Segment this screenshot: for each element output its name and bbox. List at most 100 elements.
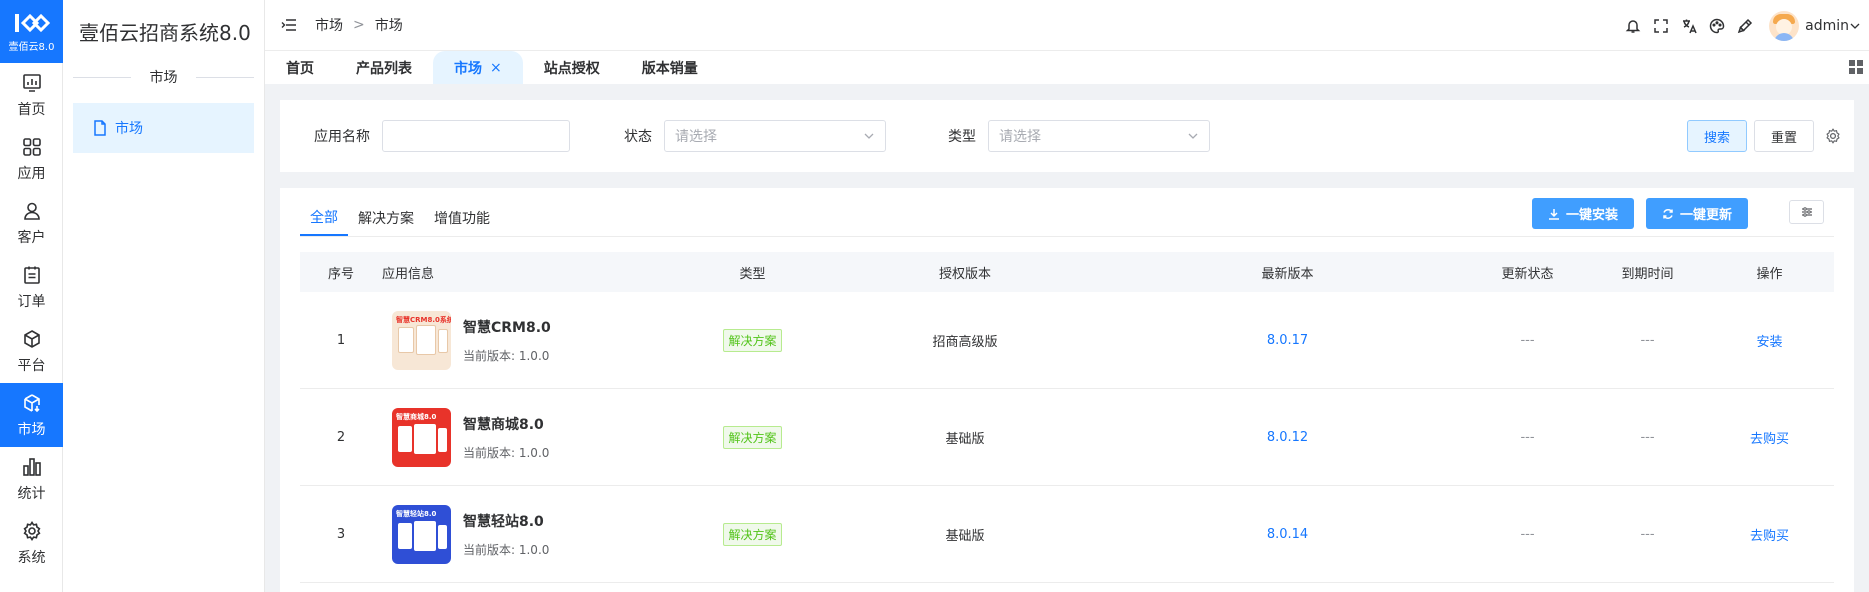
update-status: --- (1520, 526, 1535, 542)
row-index: 3 (336, 526, 346, 542)
app-current-version: 当前版本: 1.0.0 (463, 542, 550, 557)
download-icon (1549, 208, 1559, 220)
rail-item-label: 订单 (17, 293, 46, 310)
rail-item-orders[interactable]: 订单 (0, 255, 63, 319)
status-label: 状态 (624, 129, 652, 145)
app-current-version: 当前版本: 1.0.0 (463, 445, 550, 460)
expire-time: --- (1640, 332, 1655, 348)
bar-chart-icon (21, 456, 43, 478)
update-status: --- (1520, 332, 1535, 348)
latest-version-link[interactable]: 8.0.17 (1110, 333, 1465, 348)
column-header: 到期时间 (1621, 266, 1674, 282)
secondary-sidebar: 壹佰云招商系统8.0 市场 市场 (63, 0, 265, 592)
cube-icon (21, 328, 43, 350)
table-row: 3 智慧轻站8.0 智慧轻站8.0 当前版本: 1.0.0 解决方案 基础版 8… (300, 486, 1834, 583)
sidebar-item-market[interactable]: 市场 (73, 103, 254, 153)
menu-fold-icon[interactable] (281, 16, 299, 34)
sidebar-item-label: 市场 (115, 121, 143, 137)
column-header: 最新版本 (1261, 266, 1314, 282)
type-placeholder: 请选择 (999, 129, 1041, 145)
type-cell: 解决方案 (685, 425, 820, 449)
palette-icon[interactable] (1703, 18, 1731, 34)
tab-market[interactable]: 市场 × (433, 51, 523, 84)
button-label: 一键更新 (1680, 208, 1733, 223)
grid-menu-icon[interactable] (1849, 60, 1863, 74)
tab-label: 首页 (286, 60, 314, 77)
tab-home[interactable]: 首页 (265, 51, 335, 84)
search-button[interactable]: 搜索 (1687, 120, 1748, 152)
install-link[interactable]: 安装 (1705, 331, 1834, 350)
table-row: 2 智慧商城8.0 智慧商城8.0 当前版本: 1.0.0 解决方案 基础版 8… (300, 389, 1834, 486)
app-info: 智慧CRM8.0系统 智慧CRM8.0 当前版本: 1.0.0 (382, 310, 685, 370)
avatar[interactable] (1769, 10, 1800, 41)
button-label: 一键安装 (1566, 208, 1619, 223)
filter-settings-icon (1801, 207, 1812, 217)
rail-item-label: 市场 (17, 421, 46, 438)
rail-item-platform[interactable]: 平台 (0, 319, 63, 383)
logo-mark-icon (12, 10, 52, 36)
chevron-down-icon (1188, 133, 1198, 139)
row-index: 1 (336, 332, 346, 348)
gear-icon[interactable] (1825, 128, 1841, 148)
table-header: 序号 应用信息 类型 授权版本 最新版本 更新状态 到期时间 操作 (300, 252, 1834, 292)
tab-all[interactable]: 全部 (300, 200, 348, 236)
user-menu[interactable]: admin (1805, 18, 1861, 34)
header-actions: admin (1619, 0, 1861, 51)
column-header: 授权版本 (938, 266, 991, 282)
column-header: 应用信息 (382, 266, 435, 282)
auth-version: 基础版 (945, 528, 985, 544)
tab-label: 市场 (454, 60, 482, 77)
tab-label: 产品列表 (356, 60, 412, 77)
type-tag: 解决方案 (723, 425, 782, 449)
tab-addons[interactable]: 增值功能 (424, 200, 500, 236)
app-info: 智慧商城8.0 智慧商城8.0 当前版本: 1.0.0 (382, 407, 685, 467)
bell-icon[interactable] (1619, 18, 1647, 34)
translate-icon[interactable] (1675, 18, 1703, 34)
rail-item-customers[interactable]: 客户 (0, 191, 63, 255)
rail-item-stats[interactable]: 统计 (0, 447, 63, 511)
rail-item-system[interactable]: 系统 (0, 511, 63, 575)
column-settings-button[interactable] (1789, 200, 1824, 224)
rail-item-home[interactable]: 首页 (0, 63, 63, 127)
rail-item-market[interactable]: 市场 (0, 383, 63, 447)
chart-icon (21, 72, 43, 94)
app-thumbnail: 智慧商城8.0 (392, 407, 451, 467)
page-tabs: 首页 产品列表 市场 × 站点授权 版本销量 (265, 51, 1869, 84)
type-label: 类型 (948, 129, 976, 145)
thumbnail-title: 智慧商城8.0 (396, 412, 437, 421)
buy-link[interactable]: 去购买 (1705, 428, 1834, 447)
update-status: --- (1520, 429, 1535, 445)
close-icon[interactable]: × (490, 60, 502, 76)
reset-button[interactable]: 重置 (1754, 120, 1815, 152)
tab-version-sales[interactable]: 版本销量 (621, 51, 719, 84)
tab-solutions[interactable]: 解决方案 (348, 200, 424, 236)
app-info: 智慧轻站8.0 智慧轻站8.0 当前版本: 1.0.0 (382, 504, 685, 564)
install-all-button[interactable]: 一键安装 (1532, 198, 1635, 229)
expire-time: --- (1640, 526, 1655, 542)
refresh-icon (1663, 208, 1673, 219)
tab-product-list[interactable]: 产品列表 (335, 51, 433, 84)
tab-site-auth[interactable]: 站点授权 (523, 51, 621, 84)
category-tabs: 全部 解决方案 增值功能 (300, 200, 500, 236)
logo[interactable]: 壹佰云8.0 (0, 0, 63, 63)
column-header: 操作 (1756, 266, 1783, 282)
breadcrumb-item[interactable]: 市场 (315, 15, 343, 35)
status-select[interactable]: 请选择 (664, 120, 886, 152)
buy-link[interactable]: 去购买 (1705, 525, 1834, 544)
fullscreen-icon[interactable] (1647, 18, 1675, 34)
app-name: 智慧CRM8.0 (463, 319, 551, 336)
logo-text: 壹佰云8.0 (8, 42, 55, 53)
column-header: 类型 (739, 266, 766, 282)
row-index: 2 (336, 429, 346, 445)
latest-version-link[interactable]: 8.0.14 (1110, 527, 1465, 542)
theme-brush-icon[interactable] (1731, 18, 1759, 34)
thumbnail-title: 智慧CRM8.0系统 (396, 315, 451, 324)
type-select[interactable]: 请选择 (988, 120, 1210, 152)
latest-version-link[interactable]: 8.0.12 (1110, 430, 1465, 445)
order-icon (21, 264, 43, 286)
search-form: 应用名称 状态 请选择 类型 请选择 搜索 重置 (280, 100, 1854, 172)
rail-item-apps[interactable]: 应用 (0, 127, 63, 191)
update-all-button[interactable]: 一键更新 (1646, 198, 1749, 229)
app-name-input[interactable] (382, 120, 570, 152)
auth-version: 招商高级版 (932, 334, 998, 350)
